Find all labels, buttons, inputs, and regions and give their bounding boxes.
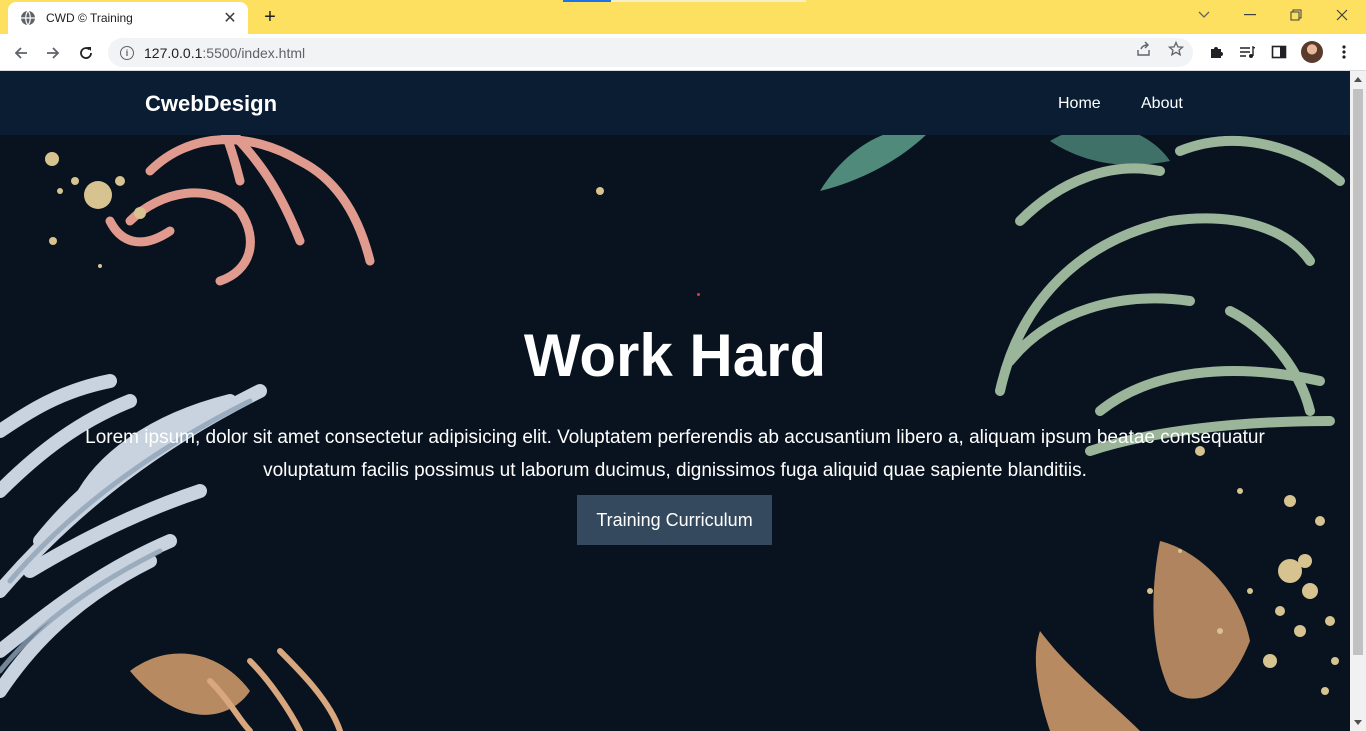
site-navbar: CwebDesign Home About	[0, 71, 1350, 135]
scroll-down-icon[interactable]	[1354, 720, 1362, 725]
minimize-icon[interactable]	[1227, 0, 1273, 30]
page-scrollbar[interactable]	[1350, 71, 1366, 731]
address-bar[interactable]: i 127.0.0.1:5500/index.html	[108, 38, 1193, 67]
forward-icon[interactable]	[40, 40, 66, 66]
side-panel-icon[interactable]	[1269, 42, 1289, 62]
window-close-icon[interactable]	[1319, 0, 1365, 30]
close-icon[interactable]: ✕	[222, 10, 238, 27]
nav-link-home[interactable]: Home	[1058, 95, 1101, 113]
url-path: :5500/index.html	[202, 44, 306, 61]
browser-toolbar: i 127.0.0.1:5500/index.html	[0, 34, 1366, 71]
hero-section: CwebDesign Home About Work Hard Lorem ip…	[0, 71, 1350, 731]
scroll-up-icon[interactable]	[1354, 77, 1362, 82]
star-icon[interactable]	[1168, 41, 1184, 57]
plus-icon[interactable]: +	[258, 5, 282, 29]
url-host: 127.0.0.1	[144, 44, 203, 61]
chevron-down-icon[interactable]	[1181, 0, 1227, 30]
browser-tab[interactable]: CWD © Training ✕	[8, 2, 248, 34]
back-icon[interactable]	[8, 40, 34, 66]
page-viewport: CwebDesign Home About Work Hard Lorem ip…	[0, 71, 1350, 731]
scrollbar-thumb[interactable]	[1353, 89, 1363, 655]
training-curriculum-button[interactable]: Training Curriculum	[577, 495, 772, 545]
tab-strip-highlight	[611, 0, 806, 2]
share-icon[interactable]	[1136, 41, 1152, 57]
tab-strip-indicator	[563, 0, 611, 2]
media-icon[interactable]	[1237, 42, 1257, 62]
red-dot	[697, 293, 700, 296]
avatar[interactable]	[1301, 41, 1323, 63]
globe-icon	[20, 10, 36, 26]
kebab-menu-icon[interactable]	[1334, 42, 1354, 62]
tab-title: CWD © Training	[46, 11, 133, 25]
reload-icon[interactable]	[73, 40, 99, 66]
hero-description: Lorem ipsum, dolor sit amet consectetur …	[85, 427, 1265, 481]
info-icon[interactable]: i	[120, 45, 134, 60]
hero-title: Work Hard	[523, 322, 827, 389]
nav-link-about[interactable]: About	[1141, 95, 1183, 113]
floral-background	[0, 76, 1345, 731]
site-logo[interactable]: CwebDesign	[145, 91, 277, 117]
restore-icon[interactable]	[1273, 0, 1319, 30]
puzzle-icon[interactable]	[1206, 42, 1226, 62]
browser-tab-strip: CWD © Training ✕ +	[0, 0, 1366, 34]
